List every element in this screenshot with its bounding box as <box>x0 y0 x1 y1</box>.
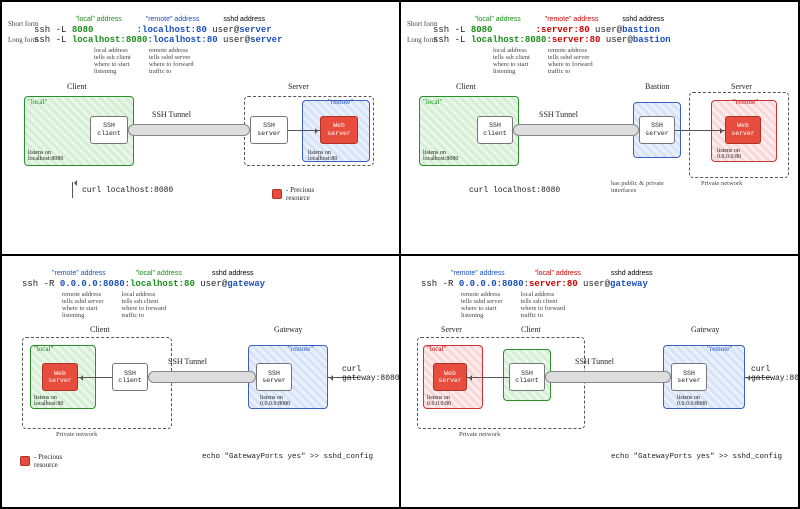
tag-remote: "remote" <box>328 98 353 106</box>
echo-cmd: echo "GatewayPorts yes" >> sshd_config <box>202 453 373 461</box>
label-client: Client <box>67 82 87 91</box>
precious-swatch <box>272 189 282 199</box>
panel-local-forward-bastion: Short form Long form xxxxx "local" addre… <box>400 1 799 255</box>
ann-local: "local" address <box>76 16 122 23</box>
ssh-server-box: SSHserver <box>250 116 288 144</box>
diagram-3: Client Gateway "local" Webserver listens… <box>12 325 389 465</box>
note-remote: remote addresstells sshd serverwhere to … <box>149 47 194 76</box>
cmd-short: ssh -L 8080 :localhost:80 user@server <box>34 25 389 35</box>
diagram-4: Server Client Gateway "local" Webserver … <box>411 325 788 465</box>
ssh-client-box: SSHclient <box>90 116 128 144</box>
arrow-to-web <box>288 130 320 131</box>
label-long-form: Long form <box>8 36 38 44</box>
diagram-2: Client Bastion Server "local" SSHclient … <box>411 82 788 207</box>
legend: - Precious resource <box>272 186 314 202</box>
listens-server: listens onlocalhost:80 <box>308 150 337 162</box>
tunnel-label: SSH Tunnel <box>152 110 191 119</box>
ssh-tunnel-diagram-grid: Short form Long form xxxxx "local" addre… <box>0 0 800 509</box>
tunnel <box>128 124 250 136</box>
curl-cmd: curl localhost:8080 <box>82 186 173 195</box>
ann-sshd: sshd address <box>223 16 265 23</box>
tag-local: "local" <box>28 98 47 106</box>
panel-remote-forward-gateway: "remote" address "local" address sshd ad… <box>1 255 400 509</box>
label-short-form: Short form <box>8 20 39 28</box>
label-server: Server <box>288 82 309 91</box>
listens-client: listens onlocalhost:8080 <box>28 150 63 162</box>
diagram-1: Client Server "local" SSHclient listens … <box>12 82 389 207</box>
cmd-long: ssh -L localhost:8080:localhost:80 user@… <box>34 35 389 45</box>
cmd-block: xxxxx "local" address "remote" address s… <box>34 16 389 76</box>
web-server-box: Webserver <box>320 116 358 144</box>
note-local: local addresstells ssh clientwhere to st… <box>94 47 131 76</box>
ann-remote: "remote" address <box>146 16 200 23</box>
precious-label: - Precious resource <box>286 186 314 202</box>
panel-remote-forward-server-gateway: "remote" address "local" address sshd ad… <box>400 255 799 509</box>
panel-local-forward-simple: Short form Long form xxxxx "local" addre… <box>1 1 400 255</box>
